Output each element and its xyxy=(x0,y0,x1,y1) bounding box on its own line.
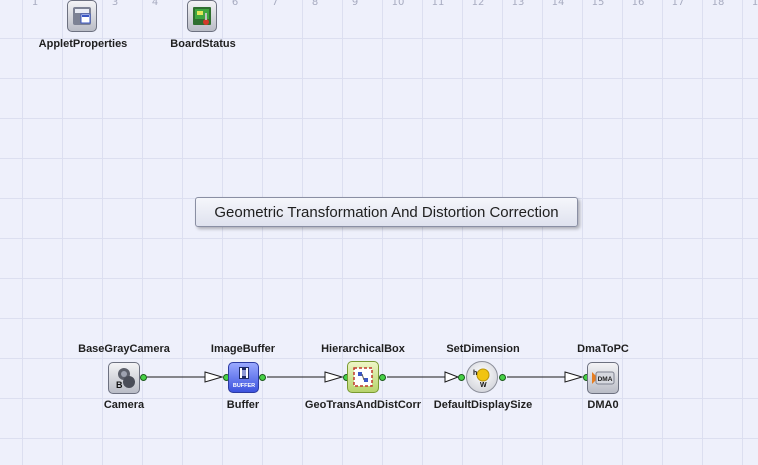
dma-icon-text: DMA xyxy=(598,376,613,383)
output-port[interactable] xyxy=(140,374,147,381)
buffer-icon[interactable]: BUFFER xyxy=(228,362,259,393)
output-port[interactable] xyxy=(379,374,386,381)
dma-icon[interactable]: DMA xyxy=(587,362,619,394)
hierarchical-box-icon[interactable] xyxy=(347,361,379,393)
svg-text:h: h xyxy=(473,370,477,377)
output-port[interactable] xyxy=(259,374,266,381)
set-dimension-icon-text: W xyxy=(480,382,487,389)
camera-icon-text: B xyxy=(116,380,123,390)
buffer-icon-text: BUFFER xyxy=(232,383,254,389)
node-instance-label: DMA0 xyxy=(587,399,619,411)
node-type-label: DmaToPC xyxy=(577,343,629,355)
output-port[interactable] xyxy=(499,374,506,381)
camera-icon[interactable]: B xyxy=(108,362,140,394)
input-port[interactable] xyxy=(458,374,465,381)
set-dimension-icon[interactable]: h W xyxy=(466,361,498,393)
pipeline-node-dma[interactable]: DmaToPC DMA DMA0 xyxy=(528,343,678,413)
